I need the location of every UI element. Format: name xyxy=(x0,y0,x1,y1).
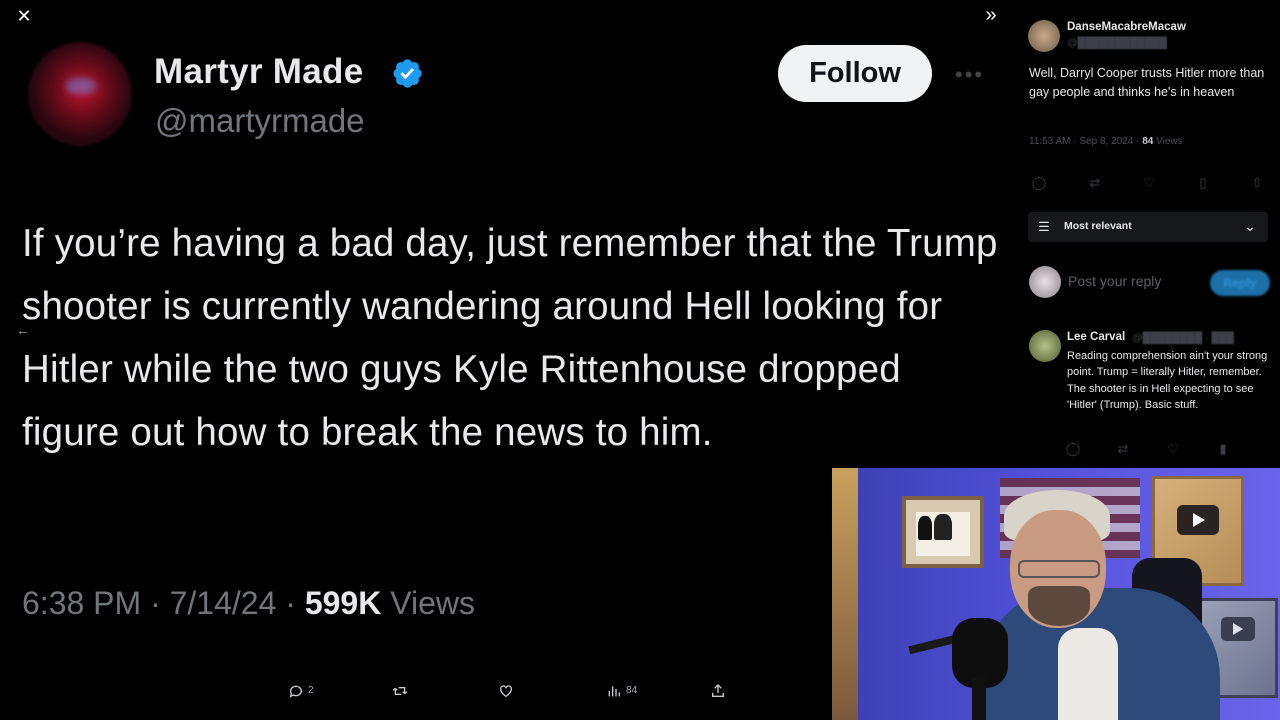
reply-author-name[interactable]: Lee Carval xyxy=(1067,331,1125,343)
tweet-text: If you’re having a bad day, just remembe… xyxy=(22,222,998,454)
analytics-count: 84 xyxy=(626,685,638,696)
close-icon[interactable]: ✕ xyxy=(14,6,34,26)
avatar[interactable] xyxy=(1028,20,1060,52)
share-icon[interactable]: ⇧ xyxy=(1248,174,1266,192)
views-count: 599K xyxy=(304,585,382,621)
play-icon xyxy=(1221,617,1255,641)
reply-count: 2 xyxy=(308,685,314,696)
chevron-down-icon: ⌄ xyxy=(1244,218,1256,234)
action-bar: 2 84 xyxy=(280,680,750,702)
follow-button[interactable]: Follow xyxy=(778,45,932,102)
bookmark-icon[interactable]: ▯ xyxy=(1194,174,1212,192)
repost-button[interactable] xyxy=(392,680,408,702)
sort-dropdown[interactable]: ☰ Most relevant ⌄ xyxy=(1028,212,1268,242)
reply-icon[interactable]: ◯ xyxy=(1030,174,1048,192)
meta-separator: · xyxy=(150,585,161,621)
framed-picture xyxy=(902,496,984,568)
cat-silhouette xyxy=(918,516,932,540)
share-button[interactable] xyxy=(710,680,726,702)
glasses xyxy=(1018,560,1100,578)
like-button[interactable] xyxy=(498,680,514,702)
reply-author-handle: @████████ · ███ xyxy=(1132,332,1234,344)
shelf xyxy=(832,468,858,720)
reply-views-count: 84 xyxy=(1142,136,1154,147)
reply-meta: 11:53 AM · Sep 8, 2024 · 84 Views xyxy=(1029,136,1183,147)
reply-submit-button[interactable]: Reply xyxy=(1210,270,1270,296)
avatar xyxy=(1029,266,1061,298)
reply-action-bar: ◯ ⇄ ♡ ▮ xyxy=(1064,440,1264,458)
sliders-icon: ☰ xyxy=(1038,219,1050,234)
reply-action-bar: ◯ ⇄ ♡ ▯ ⇧ xyxy=(1030,174,1280,192)
reply-author-name[interactable]: DanseMacabreMacaw xyxy=(1067,21,1186,33)
reply-author-handle: @████████████ xyxy=(1067,37,1167,49)
repost-icon xyxy=(392,687,408,695)
heart-icon[interactable]: ♡ xyxy=(1164,440,1182,458)
sort-label: Most relevant xyxy=(1064,220,1132,232)
reply-time[interactable]: 11:53 AM xyxy=(1029,136,1071,147)
tweet-time[interactable]: 6:38 PM xyxy=(22,585,141,621)
reply-text: Well, Darryl Cooper trusts Hitler more t… xyxy=(1029,66,1265,99)
repost-icon[interactable]: ⇄ xyxy=(1086,174,1104,192)
double-chevron-right-icon[interactable]: » xyxy=(980,4,1002,26)
reply-input[interactable]: Post your reply xyxy=(1068,273,1161,289)
repost-icon[interactable]: ⇄ xyxy=(1114,440,1132,458)
analytics-icon[interactable]: ▮ xyxy=(1214,440,1232,458)
avatar[interactable] xyxy=(1029,330,1061,362)
avatar[interactable] xyxy=(28,42,132,146)
meta-separator: · xyxy=(285,585,296,621)
tweet-meta: 6:38 PM · 7/14/24 · 599K Views xyxy=(22,585,475,622)
dog-silhouette xyxy=(934,514,952,540)
webcam-overlay xyxy=(832,468,1280,720)
heart-icon[interactable]: ♡ xyxy=(1140,174,1158,192)
heart-icon xyxy=(500,685,512,698)
share-icon xyxy=(712,684,724,697)
verified-badge-icon xyxy=(393,59,422,88)
tweet-date[interactable]: 7/14/24 xyxy=(170,585,277,621)
reply-icon xyxy=(289,685,302,698)
views-label: Views xyxy=(390,585,475,621)
reply-text: Reading comprehension ain't your strong … xyxy=(1067,350,1268,411)
beard xyxy=(1028,586,1090,626)
analytics-icon xyxy=(608,686,620,697)
reply-date[interactable]: Sep 8, 2024 xyxy=(1079,136,1133,147)
author-handle[interactable]: @martyrmade xyxy=(155,102,365,140)
reply-icon[interactable]: ◯ xyxy=(1064,440,1082,458)
reply-button[interactable]: 2 xyxy=(288,680,314,702)
more-options-icon[interactable]: ••• xyxy=(955,62,984,88)
person-shirt xyxy=(1058,628,1118,720)
analytics-button[interactable]: 84 xyxy=(606,680,637,702)
author-name[interactable]: Martyr Made xyxy=(154,52,363,92)
reply-views-label: Views xyxy=(1156,136,1183,147)
play-icon xyxy=(1177,505,1219,535)
mic-stand xyxy=(972,678,986,720)
